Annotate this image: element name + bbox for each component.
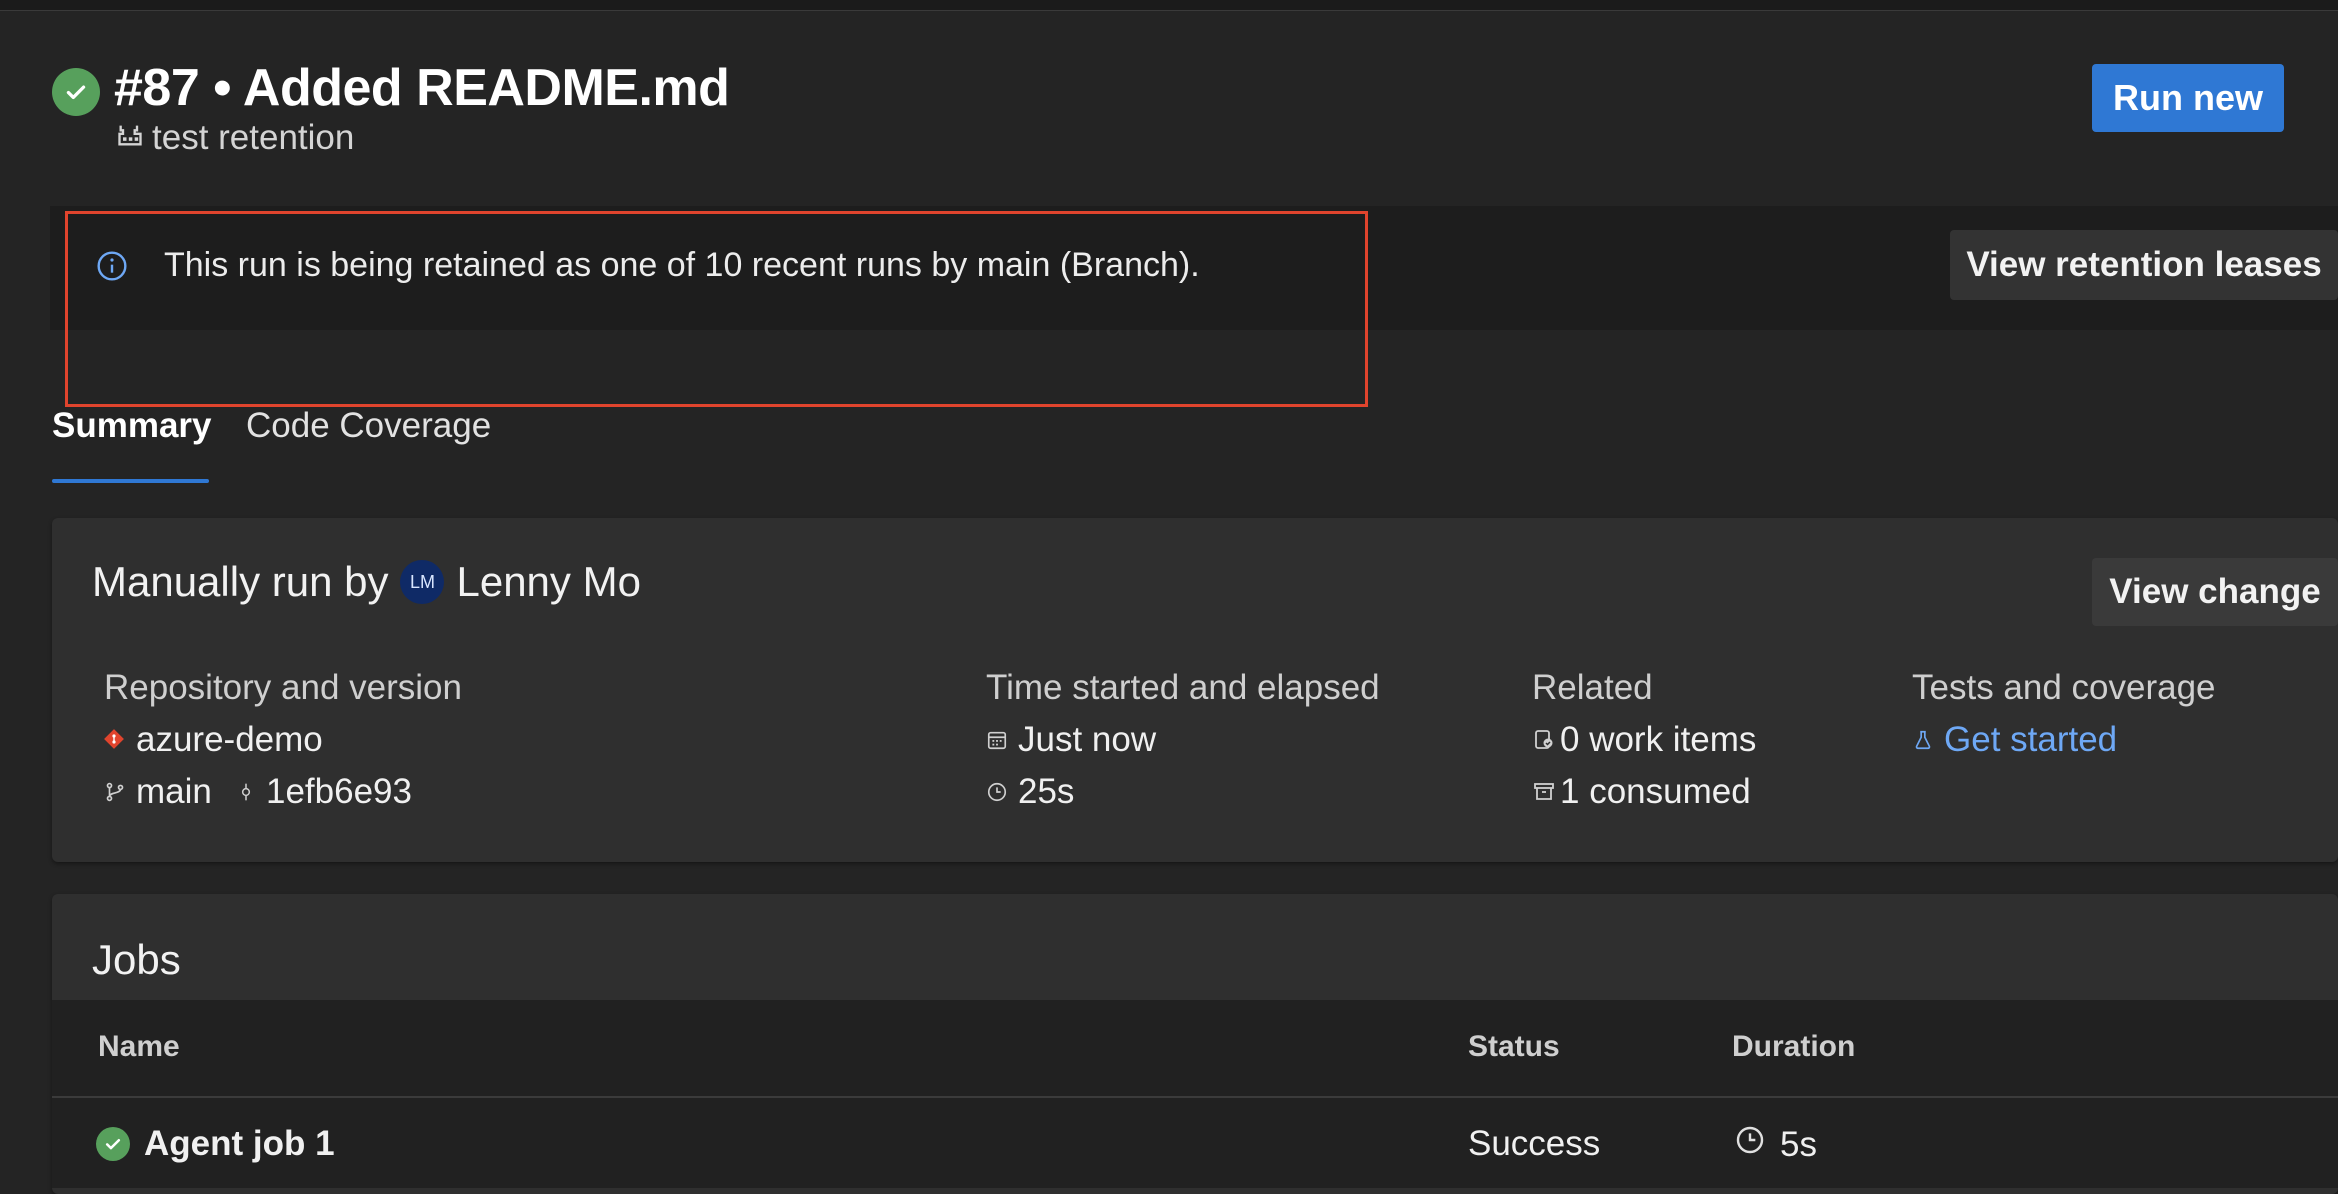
clock-icon	[986, 772, 1008, 812]
view-retention-leases-button[interactable]: View retention leases	[1950, 230, 2338, 300]
flask-icon	[1912, 720, 1934, 760]
work-item-icon	[1532, 720, 1556, 760]
branch-name: main	[136, 772, 212, 811]
consumed-link[interactable]: 1 consumed	[1532, 772, 1751, 812]
job-name: Agent job 1	[144, 1124, 335, 1163]
get-started-link[interactable]: Get started	[1912, 720, 2117, 760]
column-header-name: Name	[98, 1030, 180, 1063]
calendar-icon	[986, 720, 1008, 760]
pipeline-icon	[116, 118, 144, 158]
job-status: Success	[1468, 1124, 1601, 1163]
artifact-icon	[1532, 772, 1556, 812]
clock-icon	[1734, 1124, 1766, 1165]
branch-icon	[104, 772, 126, 812]
related-heading: Related	[1532, 668, 1653, 707]
column-header-duration: Duration	[1732, 1030, 1856, 1063]
avatar: LM	[400, 560, 445, 604]
run-title: #87 • Added README.md	[114, 59, 730, 117]
tab-summary[interactable]: Summary	[52, 406, 212, 446]
jobs-title: Jobs	[92, 936, 181, 983]
consumed-value: 1 consumed	[1560, 772, 1751, 811]
summary-title-prefix: Manually run by	[92, 558, 389, 605]
pipeline-link[interactable]: test retention	[116, 118, 354, 158]
work-items-value: 0 work items	[1560, 720, 1757, 759]
git-icon	[102, 720, 126, 760]
commit-icon	[236, 772, 256, 812]
jobs-table	[52, 1000, 2338, 1188]
tab-code-coverage[interactable]: Code Coverage	[246, 406, 491, 446]
time-elapsed: 25s	[986, 772, 1074, 812]
work-items-link[interactable]: 0 work items	[1532, 720, 1756, 760]
commit-link[interactable]: 1efb6e93	[236, 772, 412, 812]
pipeline-name: test retention	[152, 118, 355, 157]
highlight-box	[65, 211, 1368, 407]
table-divider	[52, 1096, 2338, 1098]
job-duration-value: 5s	[1780, 1124, 1817, 1164]
success-status-icon	[52, 68, 100, 116]
tests-heading: Tests and coverage	[1912, 668, 2216, 707]
view-change-button[interactable]: View change	[2092, 558, 2338, 626]
user-name[interactable]: Lenny Mo	[456, 558, 640, 606]
repository-name: azure-demo	[136, 720, 323, 759]
commit-hash: 1efb6e93	[266, 772, 412, 811]
time-heading: Time started and elapsed	[986, 668, 1380, 707]
column-header-status: Status	[1468, 1030, 1560, 1063]
active-tab-indicator	[52, 479, 209, 483]
top-bar	[0, 0, 2338, 11]
table-row[interactable]: Agent job 1	[96, 1124, 335, 1164]
time-elapsed-value: 25s	[1018, 772, 1075, 811]
run-new-button[interactable]: Run new	[2092, 64, 2284, 132]
repository-link[interactable]: azure-demo	[102, 720, 323, 760]
repository-heading: Repository and version	[104, 668, 462, 707]
get-started-label: Get started	[1944, 720, 2118, 759]
success-icon	[96, 1127, 130, 1161]
branch-link[interactable]: main	[104, 772, 212, 812]
job-duration: 5s	[1734, 1124, 1817, 1165]
time-started: Just now	[986, 720, 1156, 760]
summary-title: Manually run by LM Lenny Mo	[92, 558, 641, 606]
time-started-value: Just now	[1018, 720, 1157, 759]
